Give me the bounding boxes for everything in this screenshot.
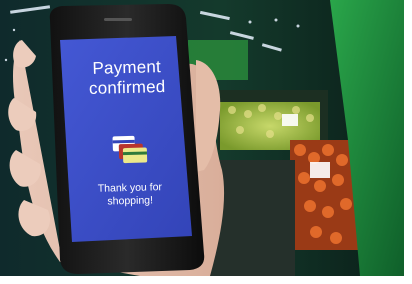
payment-screen-content: Payment confirmed Thank you for shopping…: [65, 56, 188, 207]
payment-title: Payment confirmed: [65, 56, 188, 99]
photo-scene: Payment confirmed Thank you for shopping…: [0, 0, 404, 276]
store-background: [0, 0, 404, 276]
title-line-2: confirmed: [88, 76, 166, 98]
payment-cards-icon: [112, 135, 148, 164]
thank-you-message: Thank you for shopping!: [69, 180, 192, 209]
